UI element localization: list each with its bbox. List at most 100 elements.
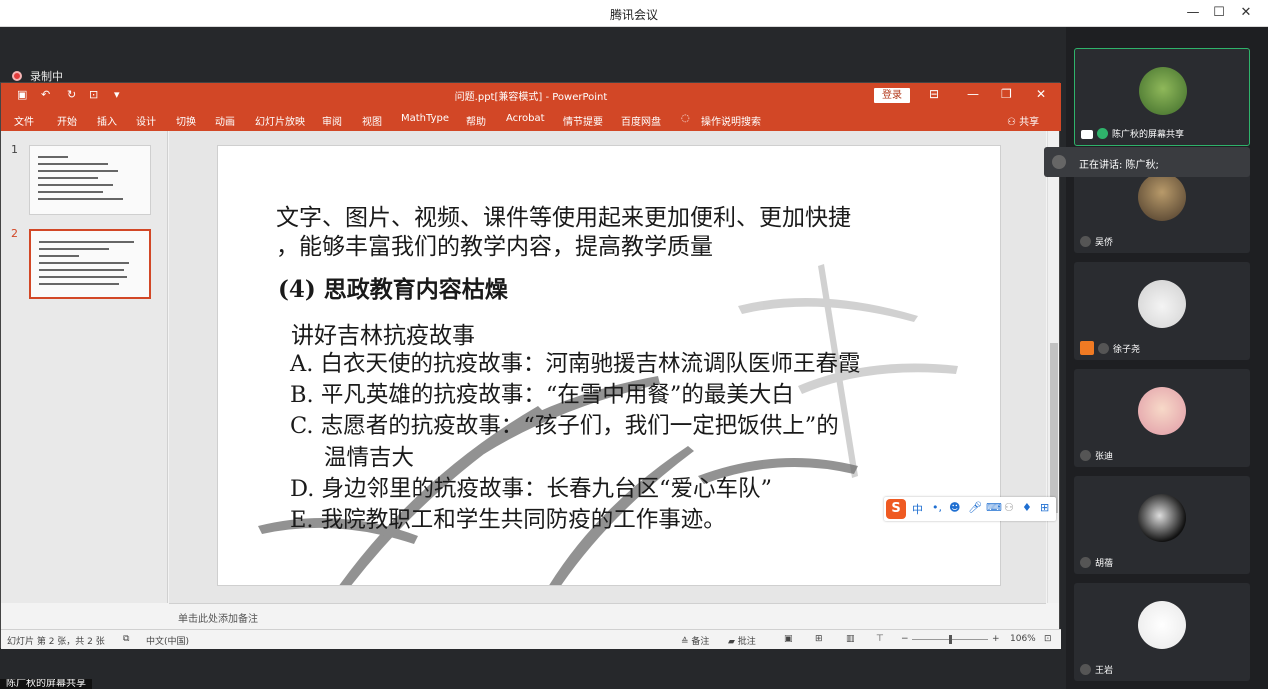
slide-item-d: D. 身边邻里的抗疫故事：长春九台区“爱心车队” xyxy=(290,476,773,502)
minimize-button[interactable]: — xyxy=(1183,4,1203,22)
language-indicator[interactable]: 中文(中国) xyxy=(146,634,189,647)
comments-button[interactable]: ▰ 批注 xyxy=(728,634,756,647)
window-titlebar: 腾讯会议 — ☐ ✕ xyxy=(0,0,1268,27)
slide-sorter-icon[interactable]: ⊞ xyxy=(815,634,823,644)
toolbox-icon[interactable]: ⊞ xyxy=(1040,501,1049,514)
accessibility-icon[interactable]: ⧉ xyxy=(123,634,129,644)
tab-acrobat[interactable]: Acrobat xyxy=(506,113,545,124)
speaking-label: 正在讲话: 陈广秋; xyxy=(1079,160,1159,171)
participant-tile[interactable]: 徐子尧 xyxy=(1074,262,1250,360)
punctuation-icon[interactable]: •, xyxy=(932,501,942,514)
maximize-button[interactable]: ☐ xyxy=(1209,4,1229,22)
tab-review[interactable]: 审阅 xyxy=(322,113,342,128)
slide-text-line-2: ，能够丰富我们的教学内容，提高教学质量 xyxy=(276,234,713,260)
reading-view-icon[interactable]: ▥ xyxy=(846,634,855,644)
slide-item-a: A. 白衣天使的抗疫故事：河南驰援吉林流调队医师王春霞 xyxy=(290,351,861,377)
tab-home[interactable]: 开始 xyxy=(57,113,77,128)
participant-name: 张迪 xyxy=(1080,449,1113,462)
tab-slideshow[interactable]: 幻灯片放映 xyxy=(255,113,305,128)
ribbon-tabs: 文件 开始 插入 设计 切换 动画 幻灯片放映 审阅 视图 MathType 帮… xyxy=(1,107,1061,131)
slide-item-c: C. 志愿者的抗疫故事：“孩子们，我们一定把饭供上”的 xyxy=(290,413,839,439)
sogou-logo-icon: S xyxy=(886,499,906,519)
ppt-minimize-button[interactable]: — xyxy=(967,87,979,101)
voice-input-icon[interactable]: 🎤︎ xyxy=(968,501,982,514)
avatar xyxy=(1138,280,1186,328)
close-button[interactable]: ✕ xyxy=(1236,4,1256,22)
mic-muted-icon xyxy=(1080,557,1091,568)
ppt-restore-button[interactable]: ❐ xyxy=(1001,87,1012,101)
tab-transitions[interactable]: 切换 xyxy=(176,113,196,128)
participant-name: 王岩 xyxy=(1080,663,1113,676)
mic-muted-icon xyxy=(1098,343,1109,354)
powerpoint-window: ▣ ↶ ↻ ⊡ ▾ 问题.ppt[兼容模式] - PowerPoint 登录 ⊟… xyxy=(0,82,1061,649)
avatar xyxy=(1138,601,1186,649)
participant-tile[interactable]: 王岩 xyxy=(1074,583,1250,681)
tab-help[interactable]: 帮助 xyxy=(466,113,486,128)
mic-muted-icon xyxy=(1080,450,1091,461)
tab-insert[interactable]: 插入 xyxy=(97,113,117,128)
participant-tile[interactable]: 胡蓓 xyxy=(1074,476,1250,574)
tab-file[interactable]: 文件 xyxy=(14,113,34,128)
slideshow-view-icon[interactable]: ⊤ xyxy=(876,634,884,644)
tab-design[interactable]: 设计 xyxy=(136,113,156,128)
slide-subheading: 讲好吉林抗疫故事 xyxy=(291,323,475,349)
normal-view-icon[interactable]: ▣ xyxy=(784,634,793,644)
mic-muted-icon xyxy=(1052,155,1066,169)
comment-icon: ▰ xyxy=(728,637,738,647)
notes-pane[interactable]: 单击此处添加备注 xyxy=(169,603,1046,629)
share-button[interactable]: ⚇ 共享 xyxy=(1007,113,1039,128)
participants-panel: 陈广秋的屏幕共享 吴侨 徐子尧 张迪 胡蓓 王岩 xyxy=(1066,27,1268,689)
slide-item-b: B. 平凡英雄的抗疫故事：“在雪中用餐”的最美大白 xyxy=(290,382,794,408)
participant-tile[interactable]: 陈广秋的屏幕共享 xyxy=(1074,48,1250,146)
status-bar: 幻灯片 第 2 张，共 2 张 ⧉ 中文(中国) ≙ 备注 ▰ 批注 ▣ ⊞ ▥… xyxy=(1,629,1061,649)
participant-name: 徐子尧 xyxy=(1080,341,1140,355)
notes-button[interactable]: ≙ 备注 xyxy=(681,634,709,647)
tab-baidu-netdisk[interactable]: 百度网盘 xyxy=(621,113,661,128)
login-button[interactable]: 登录 xyxy=(874,88,910,103)
host-badge-icon xyxy=(1080,341,1094,355)
ime-language-toggle[interactable]: 中 xyxy=(912,501,923,517)
avatar xyxy=(1138,173,1186,221)
tell-me-search[interactable]: 操作说明搜索 xyxy=(701,113,761,128)
skin-icon[interactable]: ♦ xyxy=(1022,501,1032,514)
scrollbar-thumb[interactable] xyxy=(1050,343,1058,513)
keyboard-icon[interactable]: ⌨︎ xyxy=(986,501,1002,514)
zoom-out-button[interactable]: − xyxy=(901,634,909,644)
fit-to-window-icon[interactable]: ⊡ xyxy=(1044,634,1052,644)
ppt-close-button[interactable]: ✕ xyxy=(1036,87,1046,101)
slide-item-c-cont: 温情吉大 xyxy=(324,445,415,471)
tab-storyboard[interactable]: 情节提要 xyxy=(563,113,603,128)
slide-number: 2 xyxy=(11,227,18,240)
avatar xyxy=(1139,67,1187,115)
lightbulb-icon: ◌ xyxy=(681,113,690,124)
tab-animations[interactable]: 动画 xyxy=(215,113,235,128)
mic-muted-icon xyxy=(1080,236,1091,247)
avatar xyxy=(1138,494,1186,542)
participant-name: 胡蓓 xyxy=(1080,556,1113,569)
vertical-scrollbar[interactable] xyxy=(1047,131,1059,603)
zoom-slider-handle[interactable] xyxy=(949,635,952,644)
slide-thumbnail-2[interactable] xyxy=(29,229,151,299)
ime-toolbar[interactable]: S 中 •, ☻ 🎤︎ ⌨︎ ⚇ ♦ ⊞ xyxy=(884,497,1056,521)
avatar xyxy=(1138,387,1186,435)
slide-heading: (4) 思政教育内容枯燥 xyxy=(278,276,508,303)
zoom-level[interactable]: 106% xyxy=(1010,634,1036,644)
notes-icon: ≙ xyxy=(681,637,692,647)
tab-mathtype[interactable]: MathType xyxy=(401,113,449,124)
notes-placeholder: 单击此处添加备注 xyxy=(178,614,258,625)
record-dot-icon xyxy=(12,71,22,81)
screen-share-icon xyxy=(1081,130,1093,139)
ribbon-display-icon[interactable]: ⊟ xyxy=(929,87,939,101)
slide-editing-canvas: 文字、图片、视频、课件等使用起来更加便利、更加快捷 ，能够丰富我们的教学内容，提… xyxy=(169,131,1046,603)
tab-view[interactable]: 视图 xyxy=(362,113,382,128)
participant-tile[interactable]: 张迪 xyxy=(1074,369,1250,467)
participant-name: 吴侨 xyxy=(1080,235,1113,248)
emoji-icon[interactable]: ☻ xyxy=(949,501,960,514)
slide-number: 1 xyxy=(11,143,18,156)
ppt-titlebar: ▣ ↶ ↻ ⊡ ▾ 问题.ppt[兼容模式] - PowerPoint 登录 ⊟… xyxy=(1,83,1061,107)
zoom-in-button[interactable]: + xyxy=(992,634,1000,644)
mic-muted-icon xyxy=(1080,664,1091,675)
slide-thumbnail-1[interactable] xyxy=(29,145,151,215)
user-icon[interactable]: ⚇ xyxy=(1004,501,1014,514)
speaking-indicator: 正在讲话: 陈广秋; xyxy=(1044,147,1250,177)
